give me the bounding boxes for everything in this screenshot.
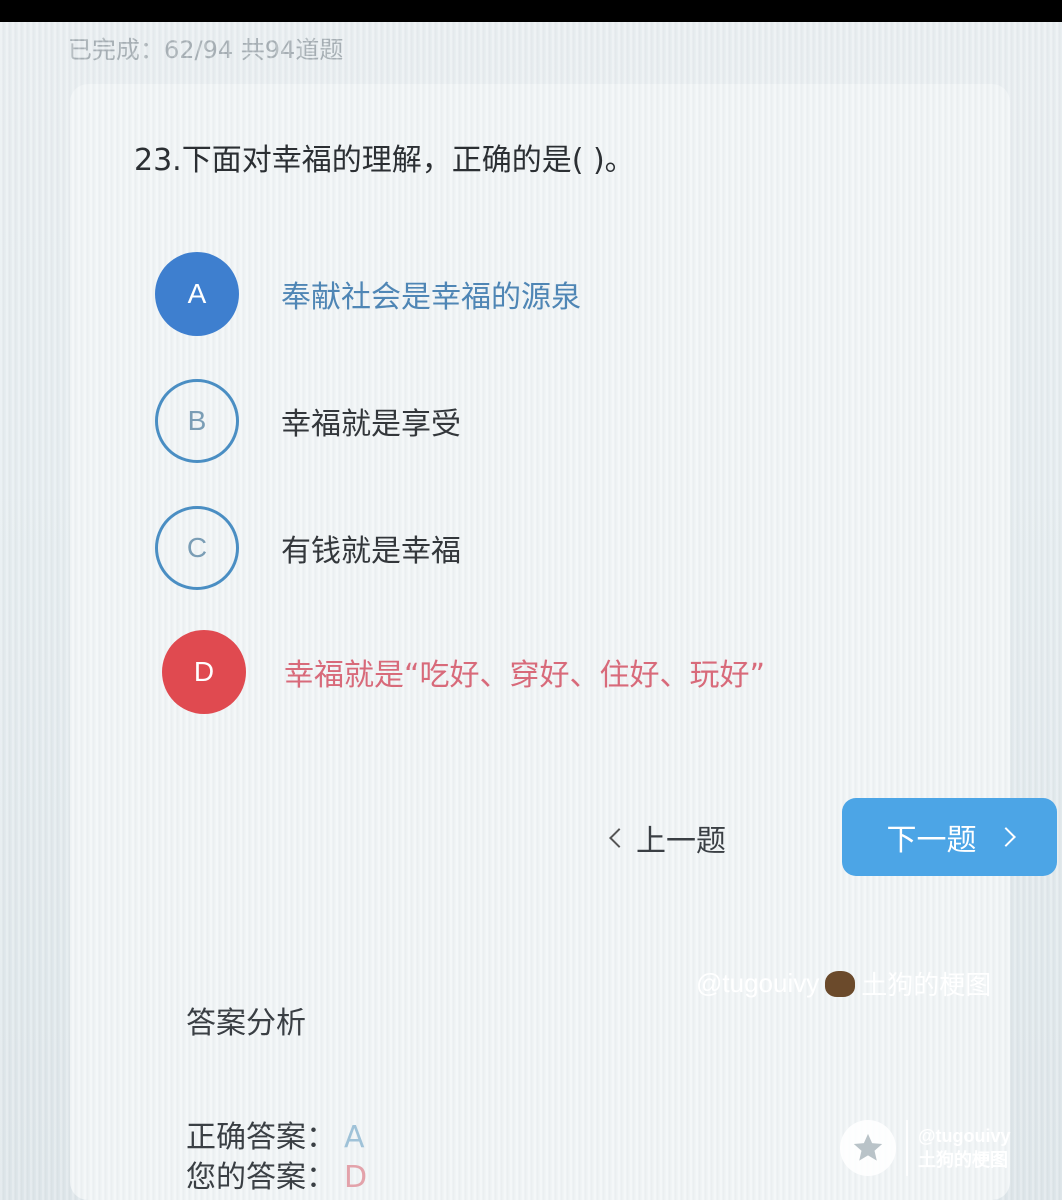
watermark-bottom-text: @tugouivy 土狗的梗图 bbox=[918, 1124, 1011, 1172]
chevron-right-icon bbox=[995, 827, 1016, 847]
option-d-badge[interactable]: D bbox=[162, 630, 246, 714]
next-question-button[interactable]: 下一题 bbox=[842, 798, 1057, 876]
watermark-bottom: @tugouivy 土狗的梗图 bbox=[840, 1120, 1011, 1176]
monitor-screen: 已完成：62/94 共94道题 bbox=[0, 22, 1062, 1200]
option-b-label: 幸福就是享受 bbox=[281, 407, 461, 442]
star-icon bbox=[840, 1120, 896, 1176]
option-b-badge[interactable]: B bbox=[155, 379, 239, 463]
option-a-badge[interactable]: A bbox=[155, 252, 239, 336]
your-answer-label: 您的答案： bbox=[186, 1160, 336, 1195]
option-c-badge[interactable]: C bbox=[155, 506, 239, 590]
correct-answer-label: 正确答案： bbox=[186, 1120, 336, 1155]
option-b[interactable]: B 幸福就是享受 bbox=[155, 377, 461, 465]
answer-analysis-title: 答案分析 bbox=[186, 1006, 306, 1041]
black-top-bar bbox=[0, 0, 1062, 22]
option-c[interactable]: C 有钱就是幸福 bbox=[155, 504, 461, 592]
dog-emoji-icon bbox=[825, 970, 856, 997]
watermark-bottom-handle: @tugouivy bbox=[918, 1126, 1011, 1146]
watermark-bottom-name: 土狗的梗图 bbox=[918, 1150, 1008, 1170]
progress-text: 已完成：62/94 共94道题 bbox=[68, 36, 344, 64]
option-a-label: 奉献社会是幸福的源泉 bbox=[281, 280, 581, 315]
option-a[interactable]: A 奉献社会是幸福的源泉 bbox=[155, 250, 581, 338]
correct-answer-value: A bbox=[344, 1120, 365, 1155]
prev-question-label: 上一题 bbox=[636, 824, 726, 859]
watermark-top: @tugouivy 土狗的梗图 bbox=[696, 965, 991, 1002]
chevron-left-icon bbox=[609, 828, 629, 848]
your-answer-row: 您的答案： D bbox=[186, 1152, 367, 1196]
option-d-label: 幸福就是“吃好、穿好、住好、玩好” bbox=[284, 658, 766, 693]
watermark-handle: @tugouivy bbox=[696, 968, 820, 998]
option-d[interactable]: D 幸福就是“吃好、穿好、住好、玩好” bbox=[162, 628, 765, 716]
your-answer-value: D bbox=[344, 1160, 368, 1195]
correct-answer-row: 正确答案： A bbox=[186, 1112, 365, 1156]
question-text: 23.下面对幸福的理解，正确的是( )。 bbox=[134, 143, 635, 178]
prev-question-button[interactable]: 上一题 bbox=[609, 816, 726, 860]
next-question-label: 下一题 bbox=[886, 823, 977, 858]
option-c-label: 有钱就是幸福 bbox=[281, 534, 461, 569]
watermark-divider bbox=[906, 1120, 908, 1176]
watermark-name: 土狗的梗图 bbox=[861, 970, 992, 1000]
